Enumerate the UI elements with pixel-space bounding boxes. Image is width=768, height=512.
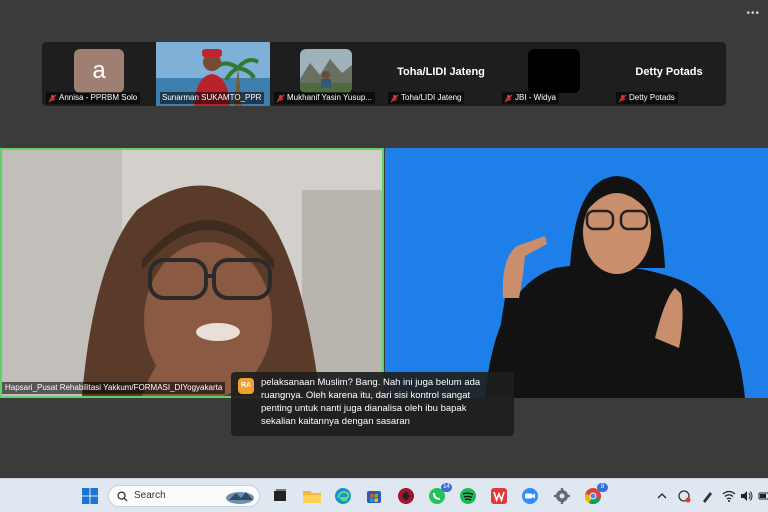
speaker-name-label: Hapsari_Pusat Rehabilitasi Yakkum/FORMAS… [2,382,226,394]
participant-display-name: Toha/LIDI Jateng [397,66,485,78]
zoom-meeting-window: ••• a Annisa - PPRBM Solo Sunarman SUKAM… [0,0,768,478]
file-explorer-icon[interactable] [302,486,322,506]
video-off-placeholder [528,49,580,93]
search-highlight-icon [226,492,254,504]
interpreter-video-frame [385,148,768,398]
participant-label: Detty Potads [616,92,678,104]
participant-tile[interactable]: Mukhanif Yasin Yusup... [270,42,384,106]
participant-name: Annisa - PPRBM Solo [59,93,138,102]
mic-muted-icon [276,94,285,102]
active-speaker-video[interactable]: Hapsari_Pusat Rehabilitasi Yakkum/FORMAS… [0,148,384,398]
taskbar-search-box[interactable]: Search [108,485,260,507]
notification-badge: 14 [441,483,452,492]
participant-tile[interactable]: Detty Potads Detty Potads [612,42,726,106]
participant-name: JBI - Widya [515,93,556,102]
mic-muted-icon [390,94,399,102]
zoom-app-icon[interactable] [520,486,540,506]
participant-strip: a Annisa - PPRBM Solo Sunarman SUKAMTO_P… [42,42,726,106]
sign-language-interpreter-video[interactable] [385,148,768,398]
chrome-browser-icon[interactable]: 8 [583,483,608,506]
mic-muted-icon [48,94,57,102]
caption-line: pelaksanaan Muslim? Bang. Nah ini juga b… [261,377,481,388]
participant-label: Toha/LIDI Jateng [388,92,465,104]
participant-label: JBI - Widya [502,92,559,104]
participant-label: Sunarman SUKAMTO_PPR [160,92,265,104]
participant-tile[interactable]: a Annisa - PPRBM Solo [42,42,156,106]
caption-line: sekalian kaitannya dengan sasaran [261,416,410,427]
pen-input-icon[interactable] [700,487,716,505]
security-app-icon[interactable] [396,486,416,506]
participant-display-name: Detty Potads [635,66,703,78]
participant-label: Mukhanif Yasin Yusup... [274,92,375,104]
task-view-icon[interactable] [270,486,290,506]
participant-name: Mukhanif Yasin Yusup... [287,93,372,102]
notification-badge: 8 [597,483,608,492]
spotify-icon[interactable] [458,486,478,506]
more-options-icon[interactable]: ••• [746,8,760,19]
speaker-video-frame [2,150,382,396]
participant-photo [300,49,352,93]
live-caption-box: RA pelaksanaan Muslim? Bang. Nah ini jug… [231,372,514,436]
microsoft-store-icon[interactable] [364,486,384,506]
participant-name: Toha/LIDI Jateng [401,93,462,102]
mic-muted-icon [618,94,627,102]
mic-muted-icon [504,94,513,102]
search-label: Search [134,490,166,501]
volume-icon[interactable] [739,487,755,505]
chevron-up-icon[interactable] [654,487,670,505]
settings-gear-icon[interactable] [552,486,572,506]
sync-status-icon[interactable] [676,487,692,505]
battery-icon[interactable] [756,487,768,505]
whatsapp-icon[interactable]: 14 [427,483,452,506]
participant-name: Detty Potads [629,93,675,102]
windows-taskbar: Search 14 8 [0,478,768,512]
caption-line: ruangnya. Oleh karena itu, dari sisi kon… [261,390,471,401]
participant-tile[interactable]: Sunarman SUKAMTO_PPR [156,42,270,106]
caption-line: penting untuk nanti juga dianalisa oleh … [261,403,467,414]
search-icon [117,491,128,502]
avatar: a [74,49,124,93]
participant-name: Sunarman SUKAMTO_PPR [162,93,262,102]
wifi-icon[interactable] [721,487,737,505]
participant-tile[interactable]: JBI - Widya [498,42,612,106]
caption-speaker-badge: RA [238,378,254,394]
participant-tile[interactable]: Toha/LIDI Jateng Toha/LIDI Jateng [384,42,498,106]
windows-start-icon[interactable] [80,486,100,506]
edge-browser-icon[interactable] [333,486,353,506]
wps-office-icon[interactable] [489,486,509,506]
participant-label: Annisa - PPRBM Solo [46,92,141,104]
